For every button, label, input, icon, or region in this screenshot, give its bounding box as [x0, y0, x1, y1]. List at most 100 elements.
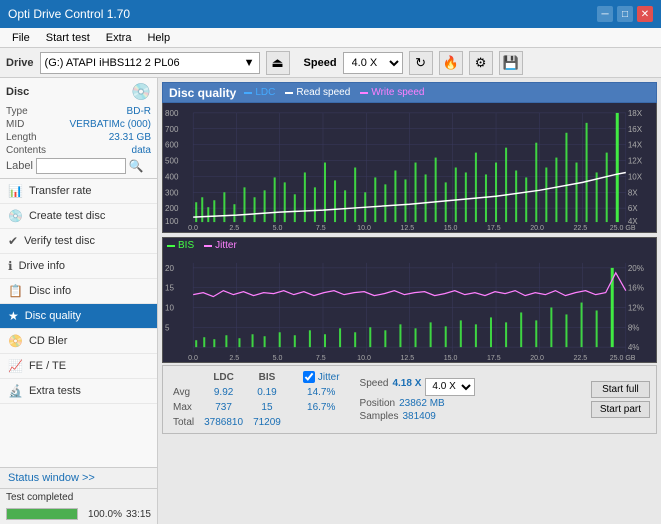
ldc-header: LDC — [202, 370, 249, 384]
save-button[interactable]: 💾 — [499, 51, 523, 75]
svg-text:5.0: 5.0 — [273, 355, 283, 362]
maximize-button[interactable]: □ — [617, 6, 633, 22]
jitter-label: Jitter — [318, 372, 340, 383]
start-full-button[interactable]: Start full — [591, 381, 650, 398]
max-ldc: 737 — [202, 401, 249, 414]
svg-text:18X: 18X — [628, 109, 643, 118]
title-bar: Opti Drive Control 1.70 ─ □ ✕ — [0, 0, 661, 28]
status-window-label: Status window >> — [8, 472, 95, 484]
disc-icon: 💿 — [131, 82, 151, 102]
svg-text:17.5: 17.5 — [487, 355, 501, 362]
max-bis: 15 — [251, 401, 287, 414]
menu-help[interactable]: Help — [139, 31, 178, 45]
read-legend-color — [285, 92, 293, 94]
svg-text:2.5: 2.5 — [229, 355, 239, 362]
jitter-checkbox[interactable] — [303, 371, 315, 383]
drive-label: Drive — [6, 57, 34, 69]
eject-button[interactable]: ⏏ — [266, 51, 290, 75]
legend-jitter: Jitter — [204, 240, 237, 251]
svg-text:25.0 GB: 25.0 GB — [610, 355, 636, 362]
sidebar-item-disc-quality[interactable]: ★ Disc quality — [0, 304, 157, 329]
create-test-disc-icon: 💿 — [8, 209, 23, 223]
sidebar-item-disc-info[interactable]: 📋 Disc info — [0, 279, 157, 304]
sidebar-item-extra-tests[interactable]: 🔬 Extra tests — [0, 379, 157, 404]
create-test-disc-label: Create test disc — [29, 210, 105, 222]
svg-text:6X: 6X — [628, 204, 639, 213]
elapsed-time: 33:15 — [126, 509, 151, 520]
menu-start-test[interactable]: Start test — [38, 31, 98, 45]
label-search-icon[interactable]: 🔍 — [129, 159, 144, 173]
svg-text:200: 200 — [165, 204, 179, 213]
progress-area: Test completed — [0, 488, 157, 506]
ldc-legend-color — [244, 92, 252, 94]
svg-text:8X: 8X — [628, 188, 639, 197]
svg-text:700: 700 — [165, 125, 179, 134]
close-button[interactable]: ✕ — [637, 6, 653, 22]
content-area: Disc quality LDC Read speed Write speed — [158, 78, 661, 524]
refresh-button[interactable]: ↻ — [409, 51, 433, 75]
svg-text:10: 10 — [165, 304, 175, 313]
label-input[interactable] — [36, 158, 126, 174]
speed-label-stat: Speed — [360, 378, 389, 396]
write-legend-color — [360, 92, 368, 94]
contents-value: data — [132, 145, 151, 156]
speed-target-select[interactable]: 4.0 X — [425, 378, 475, 396]
total-label: Total — [171, 416, 200, 429]
legend-bis-label: BIS — [178, 240, 194, 251]
drive-info-icon: ℹ — [8, 259, 13, 273]
legend-write-label: Write speed — [371, 87, 424, 98]
sidebar-item-verify-test-disc[interactable]: ✔ Verify test disc — [0, 229, 157, 254]
bottom-chart-header: BIS Jitter — [162, 237, 657, 253]
start-part-button[interactable]: Start part — [591, 401, 650, 418]
svg-text:12.5: 12.5 — [400, 355, 414, 362]
total-ldc: 3786810 — [202, 416, 249, 429]
disc-quality-icon: ★ — [8, 309, 19, 323]
drive-info-label: Drive info — [19, 260, 65, 272]
svg-text:20.0: 20.0 — [530, 225, 544, 232]
svg-text:17.5: 17.5 — [487, 225, 501, 232]
svg-text:14X: 14X — [628, 141, 643, 150]
top-chart: 800 700 600 500 400 300 200 100 18X 16X … — [162, 103, 657, 233]
speed-select[interactable]: 4.0 X 2.0 X 8.0 X — [343, 52, 403, 74]
svg-text:7.5: 7.5 — [316, 355, 326, 362]
position-label: Position — [360, 398, 396, 409]
menu-bar: File Start test Extra Help — [0, 28, 661, 48]
menu-extra[interactable]: Extra — [98, 31, 140, 45]
window-controls: ─ □ ✕ — [597, 6, 653, 22]
type-value: BD-R — [127, 106, 151, 117]
stats-table: LDC BIS Jitter Avg 9.92 0.19 14.7 — [169, 368, 348, 431]
drive-dropdown-arrow: ▼ — [244, 57, 255, 69]
legend-bis: BIS — [167, 240, 194, 251]
sidebar: Disc 💿 Type BD-R MID VERBATIMc (000) Len… — [0, 78, 158, 524]
extra-tests-icon: 🔬 — [8, 384, 23, 398]
settings-button[interactable]: ⚙ — [469, 51, 493, 75]
sidebar-item-transfer-rate[interactable]: 📊 Transfer rate — [0, 179, 157, 204]
status-window-button[interactable]: Status window >> — [0, 467, 157, 488]
minimize-button[interactable]: ─ — [597, 6, 613, 22]
svg-text:5.0: 5.0 — [273, 225, 283, 232]
transfer-rate-icon: 📊 — [8, 184, 23, 198]
progress-bar-fill — [7, 509, 77, 519]
menu-file[interactable]: File — [4, 31, 38, 45]
svg-text:500: 500 — [165, 157, 179, 166]
speed-label: Speed — [304, 57, 337, 69]
transfer-rate-label: Transfer rate — [29, 185, 92, 197]
drive-selector[interactable]: (G:) ATAPI iHBS112 2 PL06 ▼ — [40, 52, 260, 74]
bis-header: BIS — [251, 370, 287, 384]
stats-row: LDC BIS Jitter Avg 9.92 0.19 14.7 — [162, 365, 657, 434]
svg-text:25.0 GB: 25.0 GB — [610, 225, 636, 232]
sidebar-item-cd-bler[interactable]: 📀 CD Bler — [0, 329, 157, 354]
samples-label: Samples — [360, 411, 399, 422]
svg-text:0.0: 0.0 — [188, 355, 198, 362]
burn-button[interactable]: 🔥 — [439, 51, 463, 75]
sidebar-item-fe-te[interactable]: 📈 FE / TE — [0, 354, 157, 379]
svg-text:2.5: 2.5 — [229, 225, 239, 232]
svg-text:10.0: 10.0 — [357, 355, 371, 362]
mid-value: VERBATIMc (000) — [70, 119, 152, 130]
bottom-chart-svg: 20 15 10 5 20% 16% 12% 8% 4% 0.0 2.5 5.0… — [163, 253, 656, 362]
sidebar-item-create-test-disc[interactable]: 💿 Create test disc — [0, 204, 157, 229]
svg-text:12.5: 12.5 — [400, 225, 414, 232]
disc-panel-title: Disc — [6, 86, 29, 98]
legend-jitter-label: Jitter — [215, 240, 237, 251]
sidebar-item-drive-info[interactable]: ℹ Drive info — [0, 254, 157, 279]
